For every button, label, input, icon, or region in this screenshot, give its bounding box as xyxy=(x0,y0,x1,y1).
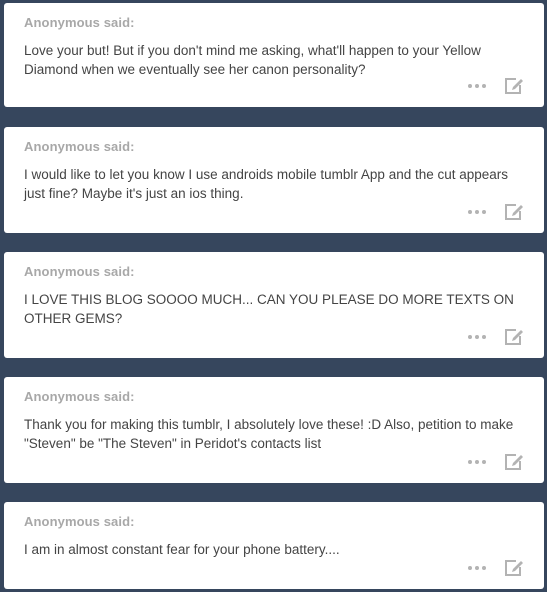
question-text: I would like to let you know I use andro… xyxy=(24,167,509,201)
more-dots-icon[interactable] xyxy=(468,566,486,570)
asker-label: Anonymous said: xyxy=(24,139,135,154)
ask-post-3: Anonymous said: I LOVE THIS BLOG SOOOO M… xyxy=(4,252,544,358)
asker-label: Anonymous said: xyxy=(24,15,135,30)
ask-post-2: Anonymous said: I would like to let you … xyxy=(4,127,544,233)
more-dots-icon[interactable] xyxy=(468,84,486,88)
post-controls xyxy=(468,203,524,221)
ask-post-1: Anonymous said: Love your but! But if yo… xyxy=(4,3,544,107)
edit-pencil-icon[interactable] xyxy=(504,77,524,95)
more-dots-icon[interactable] xyxy=(468,460,486,464)
edit-pencil-icon[interactable] xyxy=(504,328,524,346)
asker-label: Anonymous said: xyxy=(24,514,135,529)
ask-post-5: Anonymous said: I am in almost constant … xyxy=(4,502,544,589)
more-dots-icon[interactable] xyxy=(468,335,486,339)
post-controls xyxy=(468,559,524,577)
edit-pencil-icon[interactable] xyxy=(504,453,524,471)
question-text: I am in almost constant fear for your ph… xyxy=(24,542,340,557)
edit-pencil-icon[interactable] xyxy=(504,559,524,577)
post-controls xyxy=(468,328,524,346)
edit-pencil-icon[interactable] xyxy=(504,203,524,221)
post-controls xyxy=(468,77,524,95)
asker-label: Anonymous said: xyxy=(24,264,135,279)
ask-post-4: Anonymous said: Thank you for making thi… xyxy=(4,377,544,483)
asker-label: Anonymous said: xyxy=(24,389,135,404)
post-controls xyxy=(468,453,524,471)
question-text: Love your but! But if you don't mind me … xyxy=(24,43,481,77)
more-dots-icon[interactable] xyxy=(468,210,486,214)
question-text: I LOVE THIS BLOG SOOOO MUCH... CAN YOU P… xyxy=(24,292,514,326)
question-text: Thank you for making this tumblr, I abso… xyxy=(24,417,514,451)
